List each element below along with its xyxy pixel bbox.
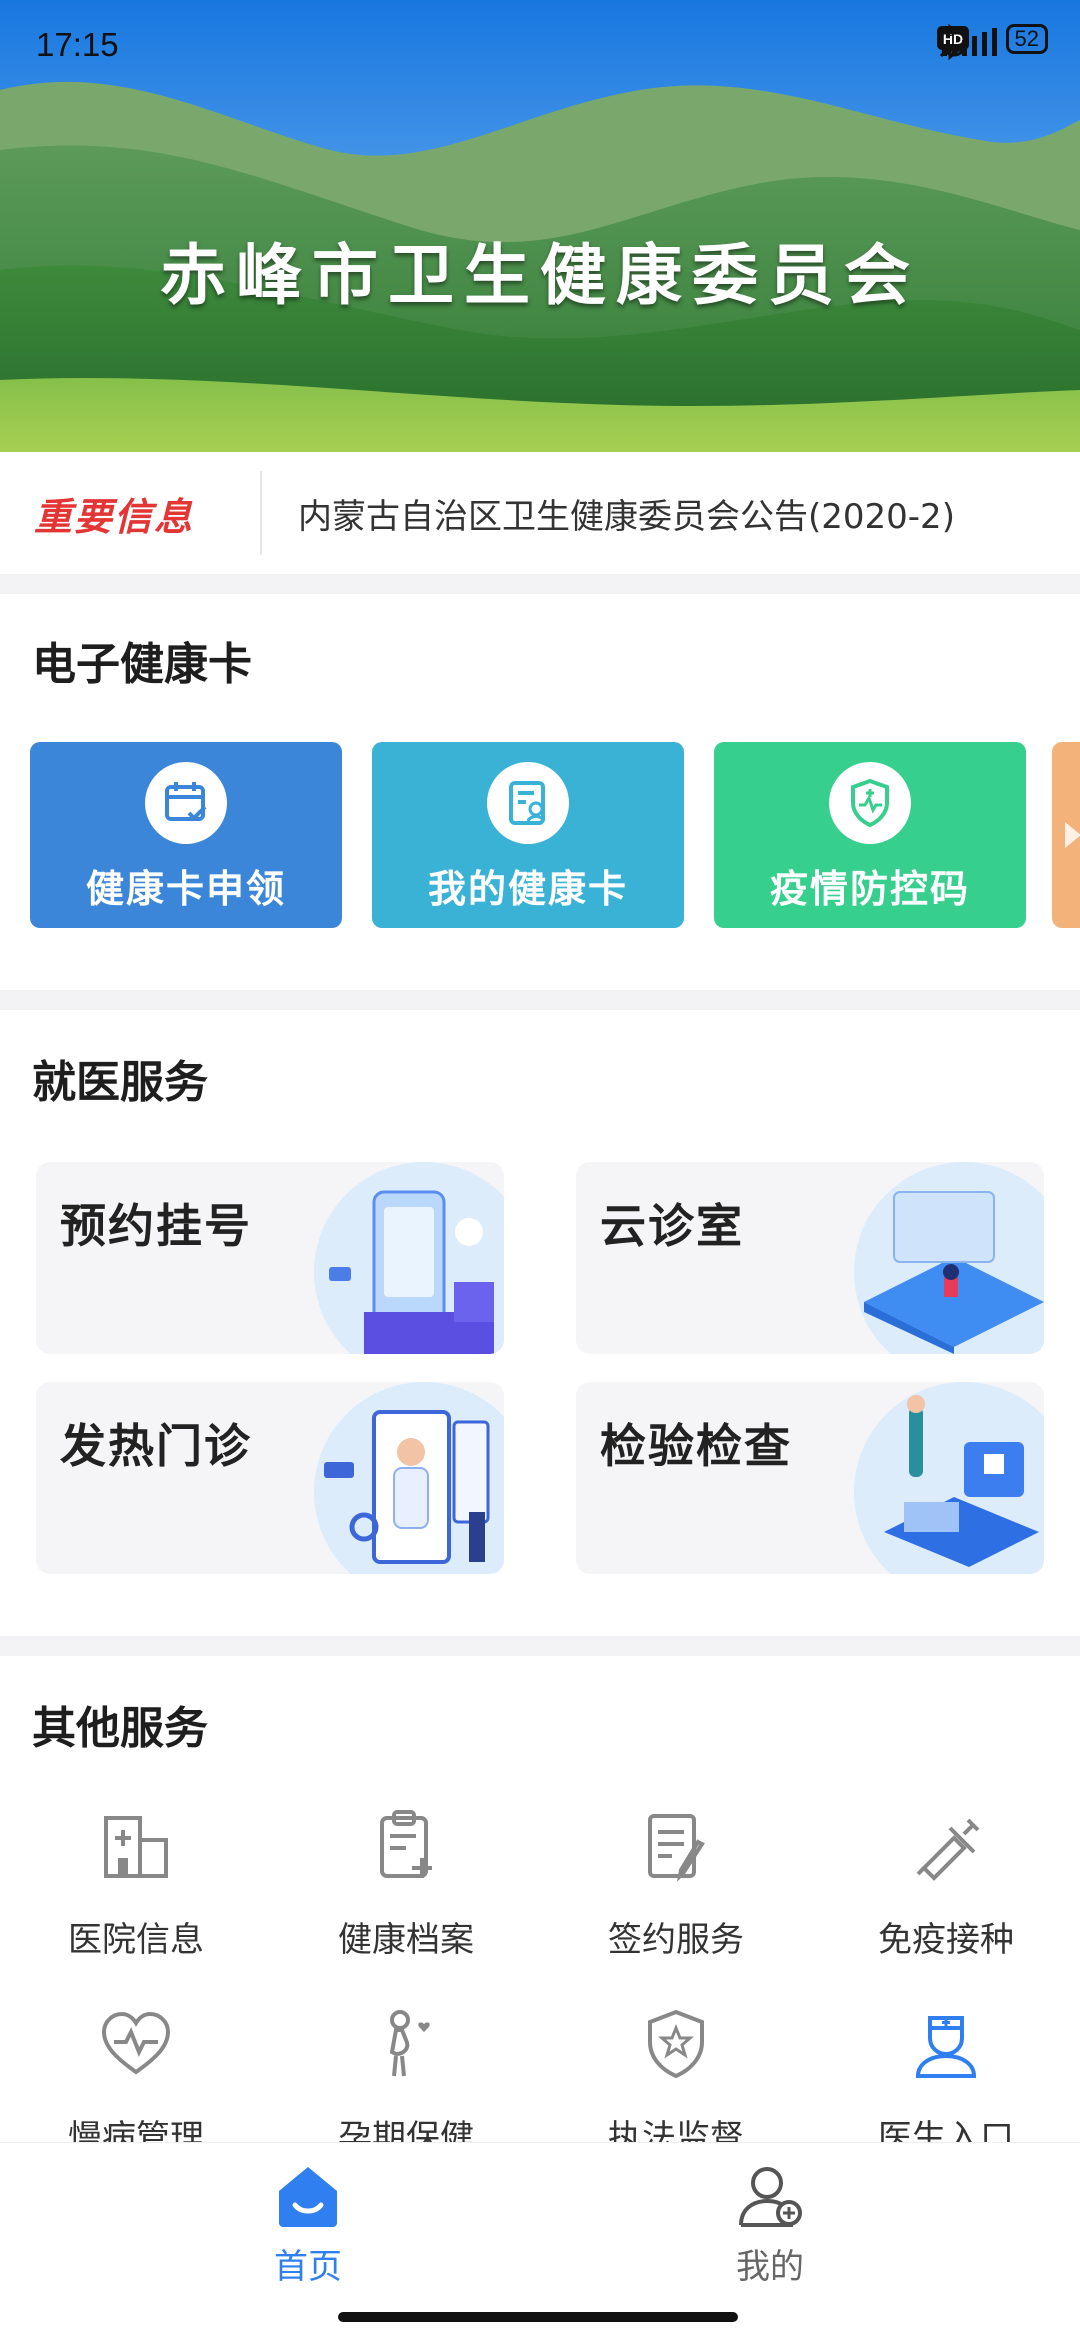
nav-home-label: 首页: [274, 2247, 342, 2287]
hospital-icon: [104, 1816, 168, 1878]
epidemic-code-button[interactable]: 疫情防控码: [714, 742, 1026, 928]
other-services-title: 其他服务: [32, 1703, 208, 1754]
health-record-label: 健康档案: [338, 1920, 474, 1960]
header-banner: 赤峰市卫生健康委员会 17:15 HD 4G 52: [0, 0, 1080, 452]
heart-pulse-icon: [101, 2011, 171, 2075]
health-card-apply-button[interactable]: 健康卡申领: [30, 742, 342, 928]
notice-tag: 重要信息: [34, 494, 195, 539]
section-divider: [0, 990, 1080, 1010]
fever-clinic-tile[interactable]: 发热门诊: [36, 1382, 504, 1574]
health-card-title: 电子健康卡: [32, 639, 252, 690]
nav-home-tab[interactable]: 首页: [158, 2161, 458, 2288]
contract-service-label: 签约服务: [608, 1920, 744, 1960]
notice-divider: [260, 471, 262, 555]
svg-text:4G: 4G: [938, 24, 955, 39]
appointment-tile[interactable]: 预约挂号: [36, 1162, 504, 1354]
status-time: 17:15: [36, 26, 119, 63]
home-indicator[interactable]: [338, 2312, 738, 2322]
lab-test-illustration: [854, 1382, 1044, 1574]
battery-indicator: 52: [1005, 24, 1048, 54]
shield-star-icon: [648, 2009, 704, 2079]
health-card-apply-label: 健康卡申领: [85, 867, 286, 911]
chevron-right-icon: [1065, 822, 1080, 848]
notice-text[interactable]: 内蒙古自治区卫生健康委员会公告(2020-2): [298, 489, 955, 538]
section-divider: [0, 1636, 1080, 1656]
contract-service-item[interactable]: 签约服务: [556, 1806, 796, 1961]
my-health-card-button[interactable]: 我的健康卡: [372, 742, 684, 928]
clipboard-plus-icon: [380, 1810, 432, 1878]
calendar-check-icon: [145, 762, 227, 844]
lab-test-tile[interactable]: 检验检查: [576, 1382, 1044, 1574]
pregnancy-care-item[interactable]: 孕期保健: [286, 2004, 526, 2159]
appointment-label: 预约挂号: [60, 1199, 252, 1253]
shield-heartbeat-icon: [829, 762, 911, 844]
status-bar: 17:15 HD 4G 52: [0, 0, 1080, 96]
lab-test-label: 检验检查: [600, 1419, 792, 1473]
home-icon: [279, 2167, 337, 2227]
health-card-row: 健康卡申领 我的健康卡 疫情防控码: [30, 742, 1080, 928]
cloud-clinic-label: 云诊室: [600, 1199, 744, 1253]
vaccination-item[interactable]: 免疫接种: [826, 1806, 1066, 1961]
my-health-card-label: 我的健康卡: [427, 867, 628, 911]
pregnant-icon: [389, 2010, 430, 2077]
vaccination-label: 免疫接种: [878, 1920, 1014, 1960]
phone-appointment-illustration: [314, 1162, 504, 1354]
hospital-info-label: 医院信息: [68, 1920, 204, 1960]
banner-title: 赤峰市卫生健康委员会: [160, 236, 920, 314]
doctor-entry-item[interactable]: 医生入口: [826, 2004, 1066, 2159]
health-record-item[interactable]: 健康档案: [286, 1806, 526, 1961]
doctor-consult-illustration: [314, 1382, 504, 1574]
doctor-icon: [915, 2016, 977, 2078]
nav-mine-label: 我的: [736, 2247, 804, 2287]
document-sign-icon: [648, 1814, 705, 1882]
notice-bar[interactable]: 重要信息 内蒙古自治区卫生健康委员会公告(2020-2): [0, 452, 1080, 574]
epidemic-code-label: 疫情防控码: [769, 867, 970, 911]
cloud-clinic-tile[interactable]: 云诊室: [576, 1162, 1044, 1354]
law-enforcement-item[interactable]: 执法监督: [556, 2004, 796, 2159]
medical-title: 就医服务: [32, 1057, 208, 1108]
id-card-icon: [487, 762, 569, 844]
fever-clinic-label: 发热门诊: [60, 1419, 252, 1473]
syringe-icon: [916, 1818, 980, 1881]
status-icons: HD 4G 52: [936, 24, 1048, 60]
health-card-next-item[interactable]: [1052, 742, 1080, 928]
nav-mine-tab[interactable]: 我的: [620, 2161, 920, 2288]
cloud-clinic-illustration: [854, 1162, 1044, 1354]
hospital-info-item[interactable]: 医院信息: [16, 1806, 256, 1961]
section-divider: [0, 574, 1080, 594]
chronic-disease-item[interactable]: 慢病管理: [16, 2004, 256, 2159]
user-icon: [739, 2167, 802, 2227]
